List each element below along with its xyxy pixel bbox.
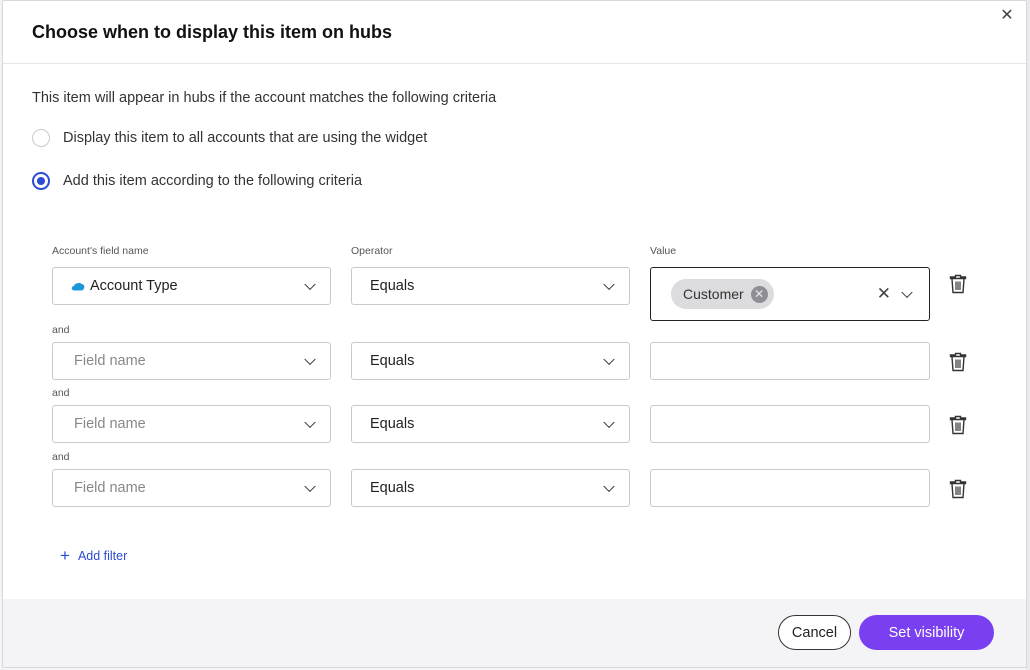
radio-criteria[interactable] bbox=[32, 172, 50, 190]
clear-all-icon[interactable]: ✕ bbox=[877, 284, 891, 304]
option-criteria-label: Add this item according to the following… bbox=[63, 173, 363, 189]
plus-icon: + bbox=[60, 546, 70, 565]
operator-select-2-value: Equals bbox=[370, 353, 415, 369]
field-column-header: Account's field name bbox=[52, 245, 149, 257]
chevron-down-icon bbox=[304, 480, 316, 493]
option-criteria[interactable]: Add this item according to the following… bbox=[32, 172, 362, 190]
radio-all-accounts[interactable] bbox=[32, 129, 50, 147]
chevron-down-icon bbox=[603, 353, 615, 366]
modal-footer: Cancel Set visibility bbox=[3, 599, 1026, 667]
modal-title: Choose when to display this item on hubs bbox=[32, 22, 393, 42]
field-select-2-placeholder: Field name bbox=[74, 353, 146, 369]
add-filter-label: Add filter bbox=[77, 548, 128, 563]
remove-chip-icon[interactable]: ✕ bbox=[750, 285, 768, 303]
close-icon[interactable]: ✕ bbox=[998, 7, 1016, 25]
cancel-button[interactable]: Cancel bbox=[778, 615, 851, 650]
set-visibility-button[interactable]: Set visibility bbox=[859, 615, 994, 650]
field-select-4-placeholder: Field name bbox=[74, 480, 146, 496]
chevron-down-icon bbox=[304, 416, 316, 429]
option-all-accounts-label: Display this item to all accounts that a… bbox=[63, 130, 428, 146]
value-input-2[interactable] bbox=[650, 342, 930, 380]
field-select-4[interactable]: Field name bbox=[52, 469, 331, 507]
value-input-4[interactable] bbox=[650, 469, 930, 507]
chevron-down-icon bbox=[603, 278, 615, 291]
salesforce-cloud-icon bbox=[71, 282, 85, 291]
operator-select-3[interactable]: Equals bbox=[351, 405, 630, 443]
operator-column-header: Operator bbox=[351, 245, 393, 257]
operator-select-4[interactable]: Equals bbox=[351, 469, 630, 507]
operator-select-1[interactable]: Equals bbox=[351, 267, 630, 305]
value-column-header: Value bbox=[650, 245, 677, 257]
trash-icon[interactable] bbox=[949, 479, 967, 499]
chevron-down-icon bbox=[304, 278, 316, 291]
trash-icon[interactable] bbox=[949, 274, 967, 294]
and-connector: and bbox=[52, 387, 70, 399]
field-select-1-value: Account Type bbox=[90, 278, 178, 294]
and-connector: and bbox=[52, 324, 70, 336]
field-select-2[interactable]: Field name bbox=[52, 342, 331, 380]
option-all-accounts[interactable]: Display this item to all accounts that a… bbox=[32, 129, 427, 147]
field-select-3[interactable]: Field name bbox=[52, 405, 331, 443]
modal-header: Choose when to display this item on hubs… bbox=[3, 1, 1026, 64]
field-select-3-placeholder: Field name bbox=[74, 416, 146, 432]
operator-select-4-value: Equals bbox=[370, 480, 415, 496]
value-multiselect-1[interactable]: Customer ✕ ✕ bbox=[650, 267, 930, 321]
value-chip-label: Customer bbox=[683, 286, 744, 302]
operator-select-1-value: Equals bbox=[370, 278, 415, 294]
add-filter-button[interactable]: + Add filter bbox=[60, 547, 127, 564]
value-input-3[interactable] bbox=[650, 405, 930, 443]
field-select-1[interactable]: Account Type bbox=[52, 267, 331, 305]
operator-select-2[interactable]: Equals bbox=[351, 342, 630, 380]
chevron-down-icon[interactable] bbox=[901, 286, 913, 299]
chevron-down-icon bbox=[304, 353, 316, 366]
and-connector: and bbox=[52, 451, 70, 463]
operator-select-3-value: Equals bbox=[370, 416, 415, 432]
chevron-down-icon bbox=[603, 416, 615, 429]
intro-text: This item will appear in hubs if the acc… bbox=[32, 90, 497, 106]
chevron-down-icon bbox=[603, 480, 615, 493]
visibility-modal: Choose when to display this item on hubs… bbox=[2, 0, 1027, 668]
trash-icon[interactable] bbox=[949, 415, 967, 435]
value-chip: Customer ✕ bbox=[671, 279, 774, 309]
trash-icon[interactable] bbox=[949, 352, 967, 372]
